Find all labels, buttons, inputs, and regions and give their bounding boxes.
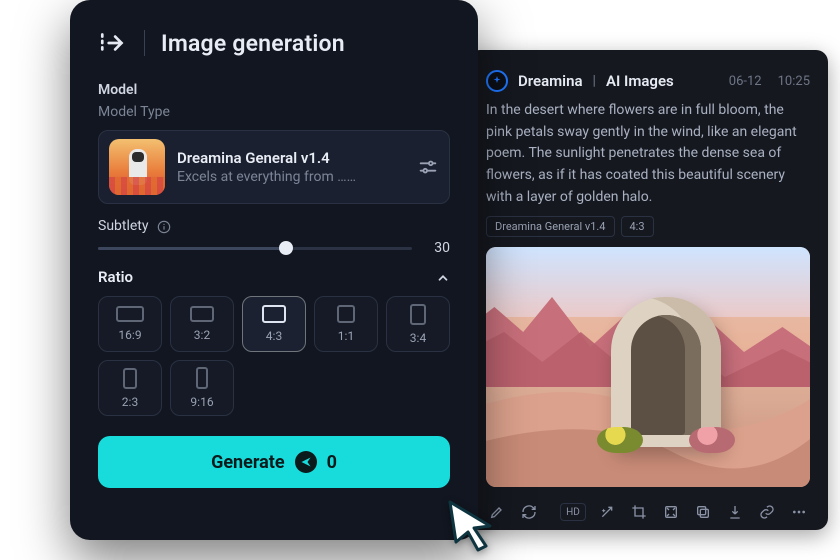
credit-count: 0 bbox=[327, 452, 337, 473]
ratio-shape-icon bbox=[337, 305, 355, 323]
ratio-shape-icon bbox=[123, 368, 137, 389]
divider bbox=[144, 30, 145, 56]
chevron-up-icon[interactable] bbox=[436, 270, 450, 284]
ratio-option-4-3[interactable]: 4:3 bbox=[242, 296, 306, 352]
credit-icon bbox=[295, 451, 317, 473]
ratio-shape-icon bbox=[196, 367, 208, 389]
wand-icon[interactable] bbox=[596, 499, 618, 525]
tag-ratio: 4:3 bbox=[621, 216, 654, 237]
edit-icon[interactable] bbox=[486, 499, 508, 525]
ratio-section-label: Ratio bbox=[98, 268, 133, 286]
result-image[interactable] bbox=[486, 247, 810, 487]
ratio-shape-icon bbox=[410, 304, 426, 325]
ratio-options: 16:9 3:2 4:3 1:1 3:4 2:3 9:16 bbox=[98, 296, 450, 416]
ratio-label: 9:16 bbox=[190, 395, 213, 409]
slider-fill bbox=[98, 247, 286, 250]
subtlety-value: 30 bbox=[426, 240, 450, 256]
panel-toggle-icon[interactable] bbox=[98, 28, 128, 58]
model-selector[interactable]: Dreamina General v1.4 Excels at everythi… bbox=[98, 130, 450, 204]
tag-model: Dreamina General v1.4 bbox=[486, 216, 615, 237]
model-thumbnail bbox=[109, 139, 165, 195]
refresh-icon[interactable] bbox=[518, 499, 540, 525]
ratio-label: 4:3 bbox=[266, 329, 282, 343]
generation-panel: Image generation Model Model Type Dreami… bbox=[70, 0, 478, 540]
ratio-shape-icon bbox=[116, 306, 144, 322]
crop-icon[interactable] bbox=[628, 499, 650, 525]
ratio-option-9-16[interactable]: 9:16 bbox=[170, 360, 234, 416]
ratio-option-3-2[interactable]: 3:2 bbox=[170, 296, 234, 352]
ratio-label: 2:3 bbox=[122, 395, 138, 409]
card-header: Dreamina | AI Images 06-12 10:25 bbox=[486, 70, 810, 92]
ratio-option-1-1[interactable]: 1:1 bbox=[314, 296, 378, 352]
brand-name: Dreamina bbox=[518, 72, 583, 90]
ratio-shape-icon bbox=[262, 305, 286, 323]
panel-header: Image generation bbox=[98, 28, 450, 58]
ratio-label: 3:2 bbox=[194, 328, 210, 342]
more-icon[interactable] bbox=[788, 499, 810, 525]
result-card: Dreamina | AI Images 06-12 10:25 In the … bbox=[468, 50, 828, 530]
ratio-option-3-4[interactable]: 3:4 bbox=[386, 296, 450, 352]
duplicate-icon[interactable] bbox=[692, 499, 714, 525]
card-time: 10:25 bbox=[778, 74, 810, 89]
download-icon[interactable] bbox=[724, 499, 746, 525]
brand-spark-icon bbox=[486, 70, 508, 92]
result-toolbar: HD bbox=[486, 499, 810, 525]
stone-arch bbox=[611, 297, 721, 447]
ratio-label: 16:9 bbox=[118, 328, 141, 342]
expand-icon[interactable] bbox=[660, 499, 682, 525]
ratio-option-2-3[interactable]: 2:3 bbox=[98, 360, 162, 416]
ratio-label: 3:4 bbox=[410, 331, 426, 345]
subtlety-label: Subtlety bbox=[98, 218, 149, 234]
card-category: AI Images bbox=[606, 72, 674, 90]
prompt-text: In the desert where flowers are in full … bbox=[486, 100, 810, 208]
page-title: Image generation bbox=[161, 30, 345, 57]
model-description: Excels at everything from …… bbox=[177, 169, 405, 185]
info-icon[interactable] bbox=[157, 219, 171, 233]
model-title: Dreamina General v1.4 bbox=[177, 149, 405, 167]
ratio-label: 1:1 bbox=[338, 329, 354, 343]
sliders-icon[interactable] bbox=[417, 156, 439, 178]
generate-label: Generate bbox=[211, 452, 285, 473]
hd-badge[interactable]: HD bbox=[560, 503, 586, 521]
model-type-label: Model Type bbox=[98, 104, 450, 120]
model-section-label: Model bbox=[98, 82, 450, 98]
pipe: | bbox=[593, 73, 596, 89]
subtlety-slider[interactable] bbox=[98, 240, 412, 256]
generate-button[interactable]: Generate 0 bbox=[98, 436, 450, 488]
ratio-shape-icon bbox=[190, 306, 214, 322]
card-date: 06-12 bbox=[729, 74, 762, 89]
result-tags: Dreamina General v1.4 4:3 bbox=[486, 216, 810, 237]
ratio-option-16-9[interactable]: 16:9 bbox=[98, 296, 162, 352]
slider-thumb bbox=[279, 241, 293, 255]
link-icon[interactable] bbox=[756, 499, 778, 525]
